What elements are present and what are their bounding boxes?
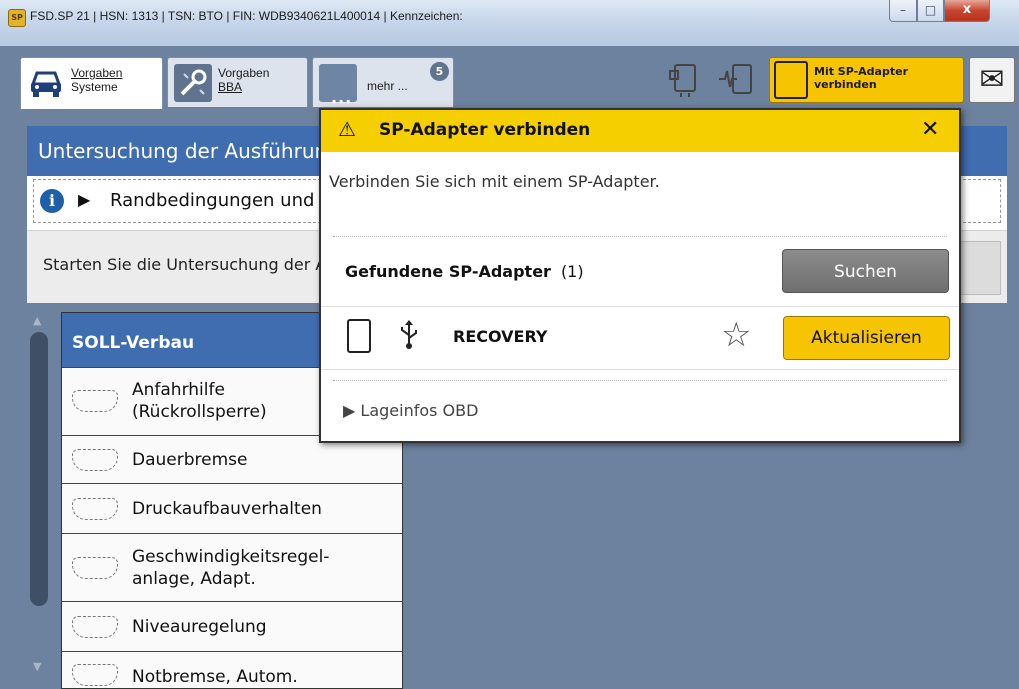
- scroll-thumb[interactable]: [30, 332, 48, 606]
- tab-vorgaben-systeme[interactable]: Vorgaben Systeme: [20, 57, 163, 109]
- sp-adapter-device-icon: [347, 319, 371, 353]
- sp-adapter-dialog: ⚠ SP-Adapter verbinden ✕ Verbinden Sie s…: [319, 108, 961, 443]
- favorite-star-icon[interactable]: ☆: [721, 315, 751, 355]
- tab-vorgaben-bba[interactable]: Vorgaben BBA: [167, 57, 308, 107]
- dialog-message: Verbinden Sie sich mit einem SP-Adapter.: [329, 172, 660, 191]
- tab-mehr[interactable]: ... mehr ... 5: [312, 57, 454, 107]
- sp-adapter-icon: [774, 61, 808, 99]
- list-scrollbar[interactable]: ▲ ▼: [27, 312, 51, 689]
- component-placeholder-icon: [72, 664, 118, 686]
- component-placeholder-icon: [72, 498, 118, 520]
- adapter-name: RECOVERY: [453, 327, 548, 346]
- list-item[interactable]: Notbremse, Autom.: [62, 651, 402, 688]
- signal-measure-icon[interactable]: [717, 59, 755, 103]
- app-icon: SP: [8, 9, 26, 27]
- dialog-header: ⚠ SP-Adapter verbinden ✕: [321, 110, 959, 152]
- minimize-button[interactable]: –: [889, 0, 917, 22]
- connect-label: Mit SP-Adapter verbinden: [814, 65, 908, 91]
- maximize-button[interactable]: □: [917, 0, 944, 22]
- expand-arrow-icon: ▶: [343, 401, 356, 420]
- close-window-button[interactable]: x: [944, 0, 990, 22]
- found-count: (1): [560, 262, 584, 281]
- window-title: FSD.SP 21 | HSN: 1313 | TSN: BTO | FIN: …: [30, 9, 463, 23]
- wrench-icon: [174, 64, 212, 102]
- scroll-down-arrow[interactable]: ▼: [33, 660, 41, 673]
- component-placeholder-icon: [72, 616, 118, 638]
- list-item[interactable]: Druckaufbauverhalten: [62, 483, 402, 533]
- car-front-icon: [27, 64, 65, 102]
- list-item[interactable]: Niveauregelung: [62, 601, 402, 651]
- expand-arrow-icon: ▶: [78, 190, 91, 209]
- component-placeholder-icon: [72, 390, 118, 412]
- divider: [333, 236, 947, 237]
- close-icon[interactable]: ✕: [921, 117, 939, 142]
- count-badge: 5: [430, 62, 449, 81]
- update-button[interactable]: Aktualisieren: [783, 316, 950, 360]
- application-window: SP FSD.SP 21 | HSN: 1313 | TSN: BTO | FI…: [0, 0, 1019, 689]
- scroll-up-arrow[interactable]: ▲: [33, 314, 41, 327]
- tab-label: mehr ...: [367, 79, 408, 93]
- tab-label: Vorgaben Systeme: [71, 66, 123, 94]
- title-bar: SP FSD.SP 21 | HSN: 1313 | TSN: BTO | FI…: [0, 0, 1019, 46]
- diagnosis-device-icon[interactable]: [667, 59, 705, 103]
- lageinfos-obd-toggle[interactable]: ▶ Lageinfos OBD: [343, 401, 478, 420]
- component-placeholder-icon: [72, 449, 118, 471]
- component-placeholder-icon: [72, 557, 118, 579]
- dialog-title: SP-Adapter verbinden: [379, 120, 591, 140]
- tab-label: Vorgaben BBA: [218, 66, 270, 94]
- search-button[interactable]: Suchen: [782, 249, 949, 293]
- divider: [333, 380, 947, 381]
- mail-icon[interactable]: ✉: [969, 57, 1015, 103]
- info-icon: i: [40, 189, 64, 213]
- more-dots-icon: ...: [319, 64, 357, 107]
- connect-sp-adapter-button[interactable]: Mit SP-Adapter verbinden: [769, 57, 964, 103]
- adapter-row[interactable]: RECOVERY ☆ Aktualisieren: [321, 306, 959, 370]
- usb-icon: [399, 319, 419, 355]
- list-item[interactable]: Geschwindigkeitsregel-anlage, Adapt.: [62, 533, 402, 601]
- found-adapters-label: Gefundene SP-Adapter (1): [345, 262, 584, 281]
- warning-icon: ⚠: [338, 117, 356, 141]
